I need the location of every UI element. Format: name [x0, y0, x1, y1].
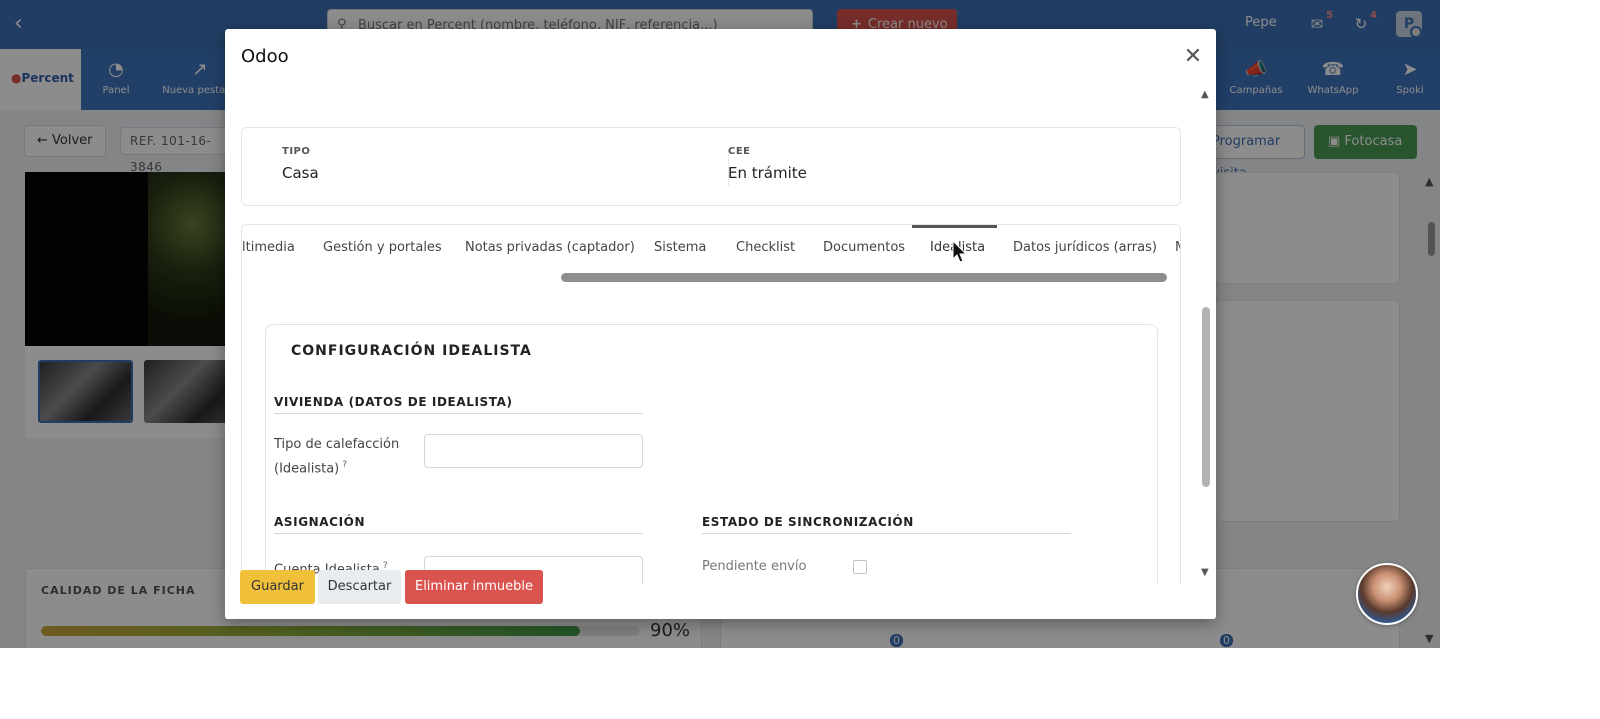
- section-vivienda: VIVIENDA (DATOS DE IDEALISTA): [274, 395, 643, 414]
- close-icon[interactable]: ✕: [1181, 45, 1205, 69]
- pendiente-label: Pendiente envío: [702, 559, 807, 574]
- calefaccion-label-text: Tipo de calefacción (Idealista): [274, 437, 400, 477]
- help-icon[interactable]: ?: [342, 460, 347, 470]
- app-frame: ‹ ⚲ +Crear nuevo Pepe ✉ 5 ↻ 4 P ●Percent…: [0, 0, 1440, 648]
- calefaccion-field[interactable]: [424, 434, 643, 468]
- cee-label: CEE: [728, 146, 751, 157]
- calefaccion-label: Tipo de calefacción (Idealista)?: [274, 434, 414, 479]
- summary-card: TIPO Casa CEE En trámite: [241, 127, 1181, 206]
- dialog-title: Odoo: [241, 46, 289, 67]
- scroll-down-icon[interactable]: ▼: [1201, 567, 1209, 578]
- odoo-dialog: Odoo ✕ ▲ ▼ TIPO Casa CEE En trámite ltim…: [225, 29, 1216, 619]
- discard-button[interactable]: Descartar: [318, 570, 401, 604]
- tab-notas-privadas[interactable]: Notas privadas (captador): [465, 225, 635, 271]
- cee-value: En trámite: [728, 164, 807, 182]
- dialog-scrollbar[interactable]: [1202, 307, 1210, 487]
- delete-property-button[interactable]: Eliminar inmueble: [405, 570, 543, 604]
- tab-gestion-portales[interactable]: Gestión y portales: [323, 225, 442, 271]
- save-button[interactable]: Guardar: [240, 570, 315, 604]
- tab-more[interactable]: M: [1175, 225, 1180, 271]
- scroll-up-icon[interactable]: ▲: [1201, 89, 1209, 100]
- active-tab-indicator: [912, 225, 997, 228]
- section-asignacion: ASIGNACIÓN: [274, 515, 643, 534]
- dialog-body: ▲ ▼ TIPO Casa CEE En trámite ltimedia Ge…: [225, 89, 1216, 584]
- tipo-value: Casa: [282, 164, 319, 182]
- mouse-cursor-icon: [952, 240, 968, 263]
- tabs-scrollbar[interactable]: [561, 273, 1167, 282]
- tipo-label: TIPO: [282, 146, 311, 157]
- pendiente-checkbox[interactable]: [853, 560, 867, 574]
- tab-checklist[interactable]: Checklist: [736, 225, 795, 271]
- config-title: CONFIGURACIÓN IDEALISTA: [291, 343, 532, 359]
- tab-datos-juridicos[interactable]: Datos jurídicos (arras): [1013, 225, 1157, 271]
- chat-assistant-avatar[interactable]: [1356, 563, 1418, 625]
- tab-bar: ltimedia Gestión y portales Notas privad…: [241, 224, 1181, 286]
- tab-sistema[interactable]: Sistema: [654, 225, 706, 271]
- section-sincronizacion: ESTADO DE SINCRONIZACIÓN: [702, 515, 1071, 534]
- tab-multimedia[interactable]: ltimedia: [242, 225, 295, 271]
- tab-documentos[interactable]: Documentos: [823, 225, 905, 271]
